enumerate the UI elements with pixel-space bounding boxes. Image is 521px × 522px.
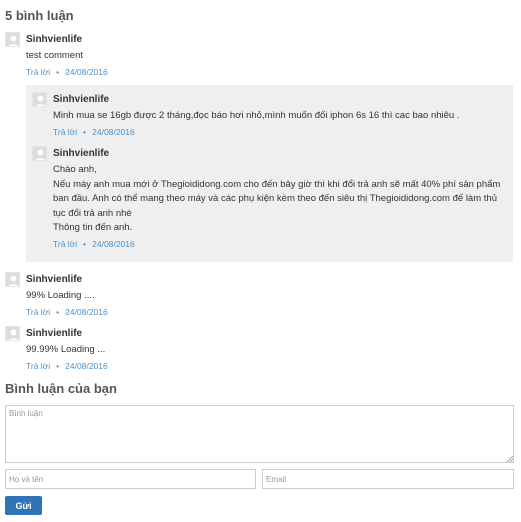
comment-form-title: Bình luận của bạn — [5, 381, 117, 396]
comment-item: Sinhvienlife test comment Trả lời • 24/08/… — [5, 32, 515, 82]
comment-text: 99.99% Loading ... — [26, 344, 106, 355]
comment-meta: Trả lời • 24/08/2016 — [26, 361, 108, 371]
comment-meta: Trả lời • 24/08/2016 — [53, 239, 135, 249]
avatar — [5, 32, 20, 47]
reply-item: Sinhvienlife Minh mua se 16gb được 2 thá… — [32, 92, 502, 138]
avatar — [32, 146, 47, 161]
resize-grip-icon[interactable] — [507, 456, 513, 462]
avatar — [5, 272, 20, 287]
separator-dot: • — [56, 307, 60, 317]
reply-item: Sinhvienlife Chào anh, Nếu máy anh mua m… — [32, 146, 510, 254]
comment-meta: Trả lời • 24/08/2016 — [26, 67, 108, 77]
comment-item: Sinhvienlife 99% Loading .... Trả lời • 24… — [5, 272, 515, 320]
reply-link[interactable]: Trả lời — [26, 361, 50, 371]
submit-button[interactable]: Gửi — [5, 496, 42, 515]
comments-count-heading: 5 bình luận — [5, 8, 74, 23]
comment-author: Sinhvienlife — [26, 328, 83, 339]
reply-link[interactable]: Trả lời — [53, 127, 77, 137]
comment-date: 24/08/2016 — [65, 67, 108, 77]
comment-meta: Trả lời • 24/08/2016 — [53, 127, 135, 137]
comment-date: 24/08/2016 — [65, 361, 108, 371]
comment-author: Sinhvienlife — [53, 148, 110, 159]
separator-dot: • — [56, 67, 60, 77]
comment-line: Thông tin đến anh. — [53, 222, 133, 233]
comment-line: Nếu máy anh mua mới ở Thegioididong.com … — [53, 178, 501, 190]
comment-item: Sinhvienlife 99.99% Loading ... Trả lời •… — [5, 326, 515, 374]
comment-textarea[interactable] — [5, 405, 514, 463]
reply-link[interactable]: Trả lời — [26, 307, 50, 317]
comment-text: test comment — [26, 50, 84, 61]
name-field[interactable] — [5, 469, 256, 489]
comment-line: ban đầu. Anh có thể mang theo máy và các… — [53, 193, 497, 204]
comment-author: Sinhvienlife — [26, 274, 83, 285]
comment-text: 99% Loading .... — [26, 290, 95, 301]
comment-author: Sinhvienlife — [53, 94, 110, 105]
comment-author: Sinhvienlife — [26, 34, 83, 45]
email-field[interactable] — [262, 469, 514, 489]
separator-dot: • — [56, 361, 60, 371]
avatar — [32, 92, 47, 107]
reply-link[interactable]: Trả lời — [26, 67, 50, 77]
separator-dot: • — [83, 239, 87, 249]
reply-link[interactable]: Trả lời — [53, 239, 77, 249]
separator-dot: • — [83, 127, 87, 137]
comment-date: 24/08/2016 — [92, 127, 135, 137]
comment-date: 24/08/2016 — [92, 239, 135, 249]
comment-date: 24/08/2016 — [65, 307, 108, 317]
comment-line: Chào anh, — [53, 164, 97, 175]
comment-text: Minh mua se 16gb được 2 tháng,đọc báo hơ… — [53, 110, 460, 121]
avatar — [5, 326, 20, 341]
comment-line: tục đổi trả anh nhé — [53, 207, 132, 219]
comment-meta: Trả lời • 24/08/2016 — [26, 307, 108, 317]
comment-text: Chào anh, Nếu máy anh mua mới ở Thegioid… — [53, 163, 508, 236]
